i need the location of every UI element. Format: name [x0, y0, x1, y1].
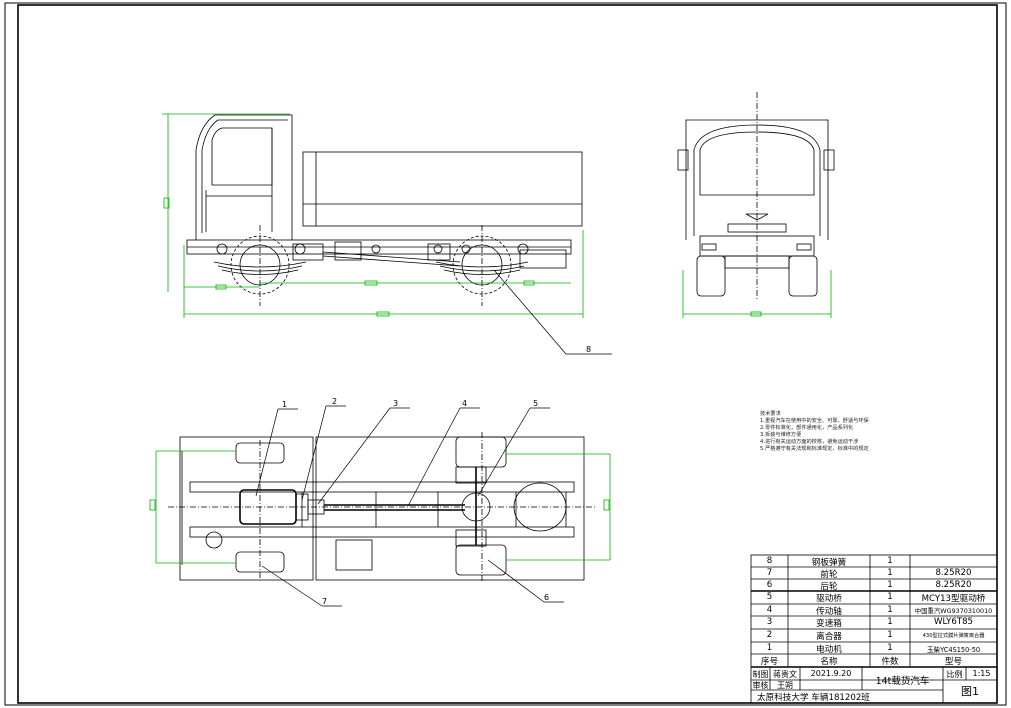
bom-header-qty: 件数 — [881, 657, 899, 667]
bom-name: 电动机 — [816, 645, 842, 655]
bom-model: 8.25R20 — [935, 580, 972, 590]
bom-name: 离合器 — [816, 632, 842, 642]
bom-model: MCY13型驱动桥 — [921, 594, 986, 604]
drawing-title: 14t载货汽车 — [875, 676, 930, 687]
bom-qty: 1 — [887, 630, 893, 640]
bom-qty: 1 — [887, 605, 893, 615]
side-view — [186, 114, 583, 306]
bom-model: WLY6T85 — [933, 617, 974, 627]
scale-value: 1:15 — [972, 669, 991, 678]
bom-model: 中国重汽WG9370310010 — [914, 607, 993, 615]
bom-model: 玉柴YC4S150-50 — [926, 646, 981, 654]
callout-1: 1 — [282, 400, 287, 409]
tech-requirement-item: 4.进行有关运动方面的校核，避免运动干涉 — [760, 439, 859, 445]
bom-header-model: 型号 — [944, 657, 963, 667]
bom-qty: 1 — [887, 592, 893, 602]
tech-requirement-item: 5.严格遵守有关法规和标准规定，标准中的规定 — [760, 446, 869, 452]
bom-model: 430型拉式膜片弹簧离合器 — [922, 633, 985, 639]
bom-no: 7 — [766, 568, 773, 578]
callout-2: 2 — [332, 397, 337, 406]
bom-qty: 1 — [887, 580, 893, 590]
tech-requirements-title: 技术要求 — [760, 411, 781, 417]
bom-qty: 1 — [887, 617, 893, 627]
drawn-by: 蒋贵文 — [773, 670, 797, 679]
callout-8: 8 — [586, 345, 591, 354]
plan-view — [168, 432, 596, 582]
bom-no: 1 — [766, 643, 773, 653]
callout-3: 3 — [393, 399, 398, 408]
bom-name: 前轮 — [820, 570, 838, 580]
side-dimensions — [162, 113, 584, 318]
bom-qty: 1 — [887, 643, 893, 653]
drawing-date: 2021.9.20 — [810, 669, 852, 678]
checked-by: 王朔 — [777, 681, 793, 690]
school-name: 太原科技大学 车辆181202班 — [757, 693, 870, 703]
tech-requirements: 技术要求 1.重视汽车在使用中的安全、可靠、舒适与环保 2.零件标准化，部件通用… — [760, 411, 869, 453]
bom-name: 后轮 — [820, 582, 838, 592]
front-view — [677, 92, 835, 300]
bom-no: 3 — [766, 617, 773, 627]
callout-7: 7 — [322, 597, 327, 606]
leader-lines — [255, 269, 612, 607]
bom-qty: 1 — [887, 568, 893, 578]
checked-label: 审核 — [752, 681, 769, 690]
bom-qty: 1 — [887, 556, 893, 566]
callout-labels: 1 2 3 4 5 6 7 8 — [282, 345, 591, 606]
bom-no: 2 — [766, 630, 773, 640]
tech-requirement-item: 3.拆装与维修方便 — [760, 432, 802, 438]
bom-no: 5 — [766, 592, 773, 602]
callout-4: 4 — [462, 399, 467, 408]
bom-name: 传动轴 — [816, 607, 842, 617]
callout-5: 5 — [533, 399, 538, 408]
sheet-number: 图1 — [961, 685, 979, 698]
callout-6: 6 — [544, 593, 549, 602]
tech-requirement-item: 2.零件标准化，部件通用化，产品系列化 — [760, 425, 854, 431]
bom-no: 4 — [766, 605, 773, 615]
bom-model: 8.25R20 — [935, 568, 972, 578]
bom-name: 钢板弹簧 — [811, 558, 847, 568]
bom-header-no: 序号 — [760, 657, 779, 667]
drawn-label: 制图 — [752, 670, 769, 679]
bom-name: 驱动桥 — [816, 594, 842, 604]
bom-no: 6 — [766, 580, 773, 590]
scale-label: 比例 — [946, 670, 963, 679]
tech-requirement-item: 1.重视汽车在使用中的安全、可靠、舒适与环保 — [760, 418, 869, 424]
bom-header-name: 名称 — [820, 657, 838, 667]
bom-name: 变速箱 — [816, 619, 842, 629]
bom-no: 8 — [766, 556, 773, 566]
